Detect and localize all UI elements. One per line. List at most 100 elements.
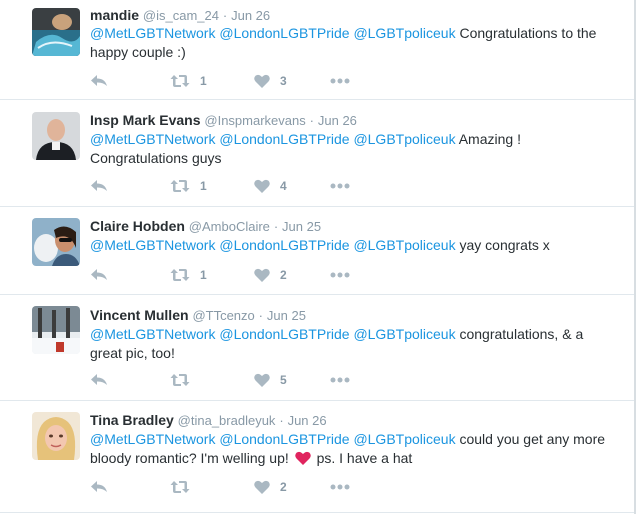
tweet-header: Vincent Mullen @TTcenzo · Jun 25 [90, 306, 306, 325]
mention-link[interactable]: @LondonLGBTPride [219, 131, 349, 147]
author-handle[interactable]: @AmboClaire [189, 219, 270, 234]
more-icon [330, 78, 350, 84]
tweet-header: Insp Mark Evans @Inspmarkevans · Jun 26 [90, 111, 357, 130]
mention-link[interactable]: @LGBTpoliceuk [353, 237, 455, 253]
author-handle[interactable]: @tina_bradleyuk [178, 413, 276, 428]
mention-link[interactable]: @LGBTpoliceuk [353, 326, 455, 342]
more-button[interactable] [330, 477, 350, 497]
tweet-item[interactable]: Tina Bradley @tina_bradleyuk · Jun 26 @M… [0, 401, 634, 514]
tweet-divider [0, 512, 634, 513]
more-button[interactable] [330, 71, 350, 91]
reply-button[interactable] [90, 265, 108, 285]
mention-link[interactable]: @LGBTpoliceuk [353, 431, 455, 447]
avatar[interactable] [32, 8, 80, 56]
like-count: 2 [280, 268, 287, 282]
tweet-text: @MetLGBTNetwork @LondonLGBTPride @LGBTpo… [90, 24, 610, 62]
tweet-actions: 1 3 [90, 71, 390, 91]
tweet-text: @MetLGBTNetwork @LondonLGBTPride @LGBTpo… [90, 430, 610, 470]
tweet-actions: 1 4 [90, 176, 390, 196]
mention-link[interactable]: @LGBTpoliceuk [353, 131, 455, 147]
more-button[interactable] [330, 265, 350, 285]
mention-link[interactable]: @LondonLGBTPride [219, 25, 349, 41]
timestamp[interactable]: Jun 25 [282, 219, 321, 234]
mention-link[interactable]: @MetLGBTNetwork [90, 237, 215, 253]
mention-link[interactable]: @MetLGBTNetwork [90, 25, 215, 41]
like-button[interactable]: 2 [254, 265, 287, 285]
heart-emoji-icon [294, 451, 311, 470]
tweet-header: Tina Bradley @tina_bradleyuk · Jun 26 [90, 411, 327, 430]
timestamp[interactable]: Jun 26 [318, 113, 357, 128]
tweet-text: @MetLGBTNetwork @LondonLGBTPride @LGBTpo… [90, 325, 610, 363]
mention-link[interactable]: @MetLGBTNetwork [90, 326, 215, 342]
retweet-icon [170, 373, 190, 387]
reply-button[interactable] [90, 176, 108, 196]
heart-icon [254, 179, 270, 193]
like-button[interactable]: 3 [254, 71, 287, 91]
tweet-item[interactable]: Insp Mark Evans @Inspmarkevans · Jun 26 … [0, 100, 634, 206]
avatar[interactable] [32, 306, 80, 354]
like-button[interactable]: 4 [254, 176, 287, 196]
timestamp[interactable]: Jun 26 [288, 413, 327, 428]
tweet-item[interactable]: Vincent Mullen @TTcenzo · Jun 25 @MetLGB… [0, 295, 634, 399]
timestamp[interactable]: Jun 25 [267, 308, 306, 323]
retweet-icon [170, 480, 190, 494]
tweet-header: mandie @is_cam_24 · Jun 26 [90, 6, 270, 25]
retweet-count: 1 [200, 179, 207, 193]
reply-icon [90, 268, 108, 282]
author-name[interactable]: Tina Bradley [90, 412, 174, 428]
like-button[interactable]: 5 [254, 370, 287, 390]
heart-icon [254, 74, 270, 88]
tweet-actions: 5 [90, 370, 390, 390]
avatar[interactable] [32, 412, 80, 460]
mention-link[interactable]: @MetLGBTNetwork [90, 131, 215, 147]
author-name[interactable]: mandie [90, 7, 139, 23]
separator-dot: · [222, 8, 228, 23]
reply-button[interactable] [90, 71, 108, 91]
avatar[interactable] [32, 112, 80, 160]
author-handle[interactable]: @TTcenzo [192, 308, 254, 323]
separator-dot: · [309, 113, 314, 128]
reply-button[interactable] [90, 370, 108, 390]
more-icon [330, 272, 350, 278]
retweet-button[interactable]: 1 [170, 71, 207, 91]
like-button[interactable]: 2 [254, 477, 287, 497]
reply-button[interactable] [90, 477, 108, 497]
retweet-button[interactable]: 1 [170, 176, 207, 196]
mention-link[interactable]: @LondonLGBTPride [219, 237, 349, 253]
author-name[interactable]: Vincent Mullen [90, 307, 189, 323]
retweet-button[interactable] [170, 370, 200, 390]
author-name[interactable]: Insp Mark Evans [90, 112, 201, 128]
author-name[interactable]: Claire Hobden [90, 218, 185, 234]
more-button[interactable] [330, 370, 350, 390]
mention-link[interactable]: @LondonLGBTPride [219, 326, 349, 342]
more-button[interactable] [330, 176, 350, 196]
like-count: 4 [280, 179, 287, 193]
author-handle[interactable]: @is_cam_24 [143, 8, 219, 23]
heart-icon [254, 268, 270, 282]
tweet-item[interactable]: Claire Hobden @AmboClaire · Jun 25 @MetL… [0, 207, 634, 294]
tweet-actions: 1 2 [90, 265, 390, 285]
retweet-count: 1 [200, 74, 207, 88]
author-handle[interactable]: @Inspmarkevans [204, 113, 305, 128]
mention-link[interactable]: @LGBTpoliceuk [353, 25, 455, 41]
tweet-text: @MetLGBTNetwork @LondonLGBTPride @LGBTpo… [90, 236, 610, 255]
retweet-button[interactable]: 1 [170, 265, 207, 285]
like-count: 5 [280, 373, 287, 387]
separator-dot: · [273, 219, 279, 234]
mention-link[interactable]: @MetLGBTNetwork [90, 431, 215, 447]
tweet-actions: 2 [90, 477, 390, 497]
more-icon [330, 183, 350, 189]
retweet-icon [170, 179, 190, 193]
more-icon [330, 484, 350, 490]
timestamp[interactable]: Jun 26 [231, 8, 270, 23]
tweet-item[interactable]: mandie @is_cam_24 · Jun 26 @MetLGBTNetwo… [0, 0, 634, 98]
reply-icon [90, 74, 108, 88]
heart-icon [254, 373, 270, 387]
retweet-button[interactable] [170, 477, 200, 497]
reply-icon [90, 373, 108, 387]
avatar[interactable] [32, 218, 80, 266]
separator-dot: · [279, 413, 284, 428]
mention-link[interactable]: @LondonLGBTPride [219, 431, 349, 447]
tweet-body-after-emoji: ps. I have a hat [316, 450, 413, 466]
tweet-body: yay congrats x [459, 237, 550, 253]
